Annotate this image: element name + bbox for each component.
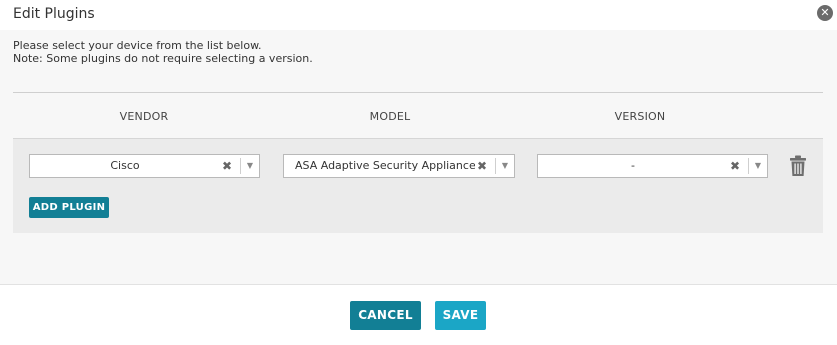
column-header-model: MODEL (369, 110, 411, 123)
model-select[interactable]: ASA Adaptive Security Appliance ✖ ▼ (283, 154, 515, 178)
model-dropdown-arrow-icon[interactable]: ▼ (497, 155, 513, 177)
model-clear-icon[interactable]: ✖ (475, 155, 489, 177)
dialog-title: Edit Plugins (13, 6, 95, 22)
vendor-select-value: Cisco (110, 159, 140, 172)
plugin-table: Cisco ✖ ▼ ASA Adaptive Security Applianc… (13, 138, 823, 233)
save-button[interactable]: SAVE (435, 301, 486, 330)
vendor-select[interactable]: Cisco ✖ ▼ (29, 154, 260, 178)
version-select-value: - (631, 159, 635, 172)
dialog-body: Please select your device from the list … (0, 30, 837, 284)
column-header-version: VERSION (614, 110, 666, 123)
trash-icon[interactable] (789, 155, 807, 177)
version-dropdown-arrow-icon[interactable]: ▼ (750, 155, 766, 177)
instructions: Please select your device from the list … (13, 39, 313, 65)
close-icon[interactable]: ✕ (817, 5, 833, 21)
divider (13, 92, 823, 93)
instructions-line-2: Note: Some plugins do not require select… (13, 52, 313, 65)
vendor-dropdown-arrow-icon[interactable]: ▼ (242, 155, 258, 177)
version-select-separator (748, 158, 749, 174)
add-plugin-button[interactable]: ADD PLUGIN (29, 197, 109, 218)
model-select-separator (495, 158, 496, 174)
edit-plugins-dialog: Edit Plugins ✕ Please select your device… (0, 0, 837, 345)
version-clear-icon[interactable]: ✖ (728, 155, 742, 177)
vendor-select-separator (240, 158, 241, 174)
instructions-line-1: Please select your device from the list … (13, 39, 262, 52)
dialog-footer: CANCEL SAVE (0, 285, 837, 345)
model-select-value: ASA Adaptive Security Appliance (295, 159, 475, 172)
dialog-header: Edit Plugins ✕ (0, 0, 837, 30)
version-select[interactable]: - ✖ ▼ (537, 154, 768, 178)
vendor-clear-icon[interactable]: ✖ (220, 155, 234, 177)
cancel-button[interactable]: CANCEL (350, 301, 421, 330)
column-header-vendor: VENDOR (119, 110, 169, 123)
